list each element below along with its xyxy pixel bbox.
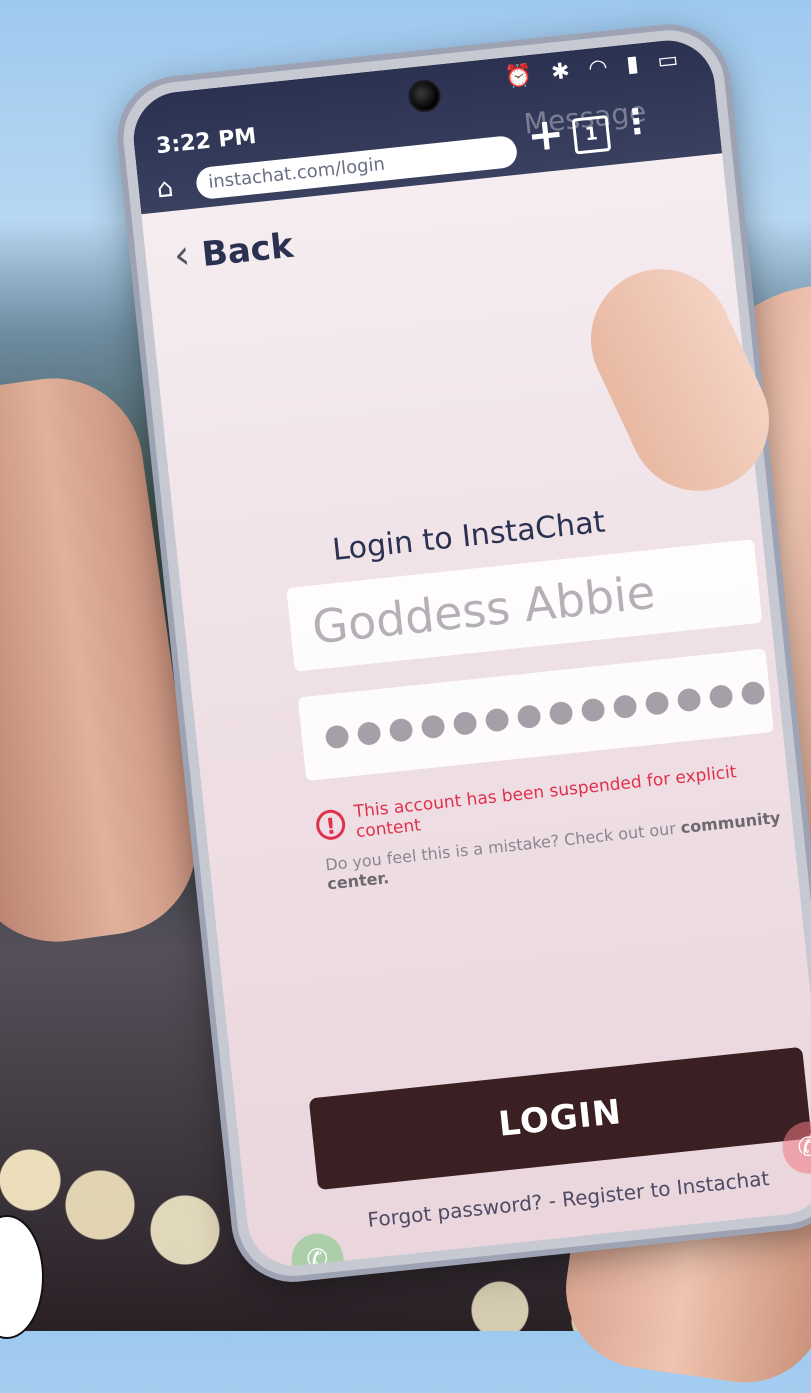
back-button[interactable]: ‹ Back: [171, 221, 295, 279]
tabs-count-button[interactable]: 1: [571, 114, 612, 155]
home-icon[interactable]: ⌂: [155, 171, 188, 205]
wifi-icon: ◠: [587, 54, 615, 82]
phone-screen: 3:22 PM ⏰ ✱ ◠ ▮ ▭ Message ⌂ instachat.co…: [128, 35, 811, 1271]
signal-icon: ▮: [625, 50, 646, 78]
status-icons: ⏰ ✱ ◠ ▮ ▭: [504, 47, 686, 91]
bluetooth-icon: ✱: [549, 58, 577, 86]
new-tab-button[interactable]: +: [525, 108, 567, 163]
password-field[interactable]: ●●●●●●●●●●●●●●: [297, 648, 774, 782]
menu-kebab-icon[interactable]: ⋮: [617, 100, 655, 143]
battery-icon: ▭: [656, 46, 686, 75]
front-camera: [406, 78, 443, 114]
phone-accept-icon: ✆: [288, 1230, 347, 1271]
browser-top-bar: 3:22 PM ⏰ ✱ ◠ ▮ ▭ Message ⌂ instachat.co…: [128, 35, 723, 215]
alert-icon: !: [314, 808, 347, 842]
speech-bubble: [0, 1215, 44, 1339]
smartphone: 3:22 PM ⏰ ✱ ◠ ▮ ▭ Message ⌂ instachat.co…: [118, 24, 811, 1282]
back-label: Back: [199, 225, 296, 276]
alarm-icon: ⏰: [503, 62, 540, 91]
chevron-left-icon: ‹: [171, 231, 193, 279]
status-time: 3:22 PM: [155, 123, 258, 160]
